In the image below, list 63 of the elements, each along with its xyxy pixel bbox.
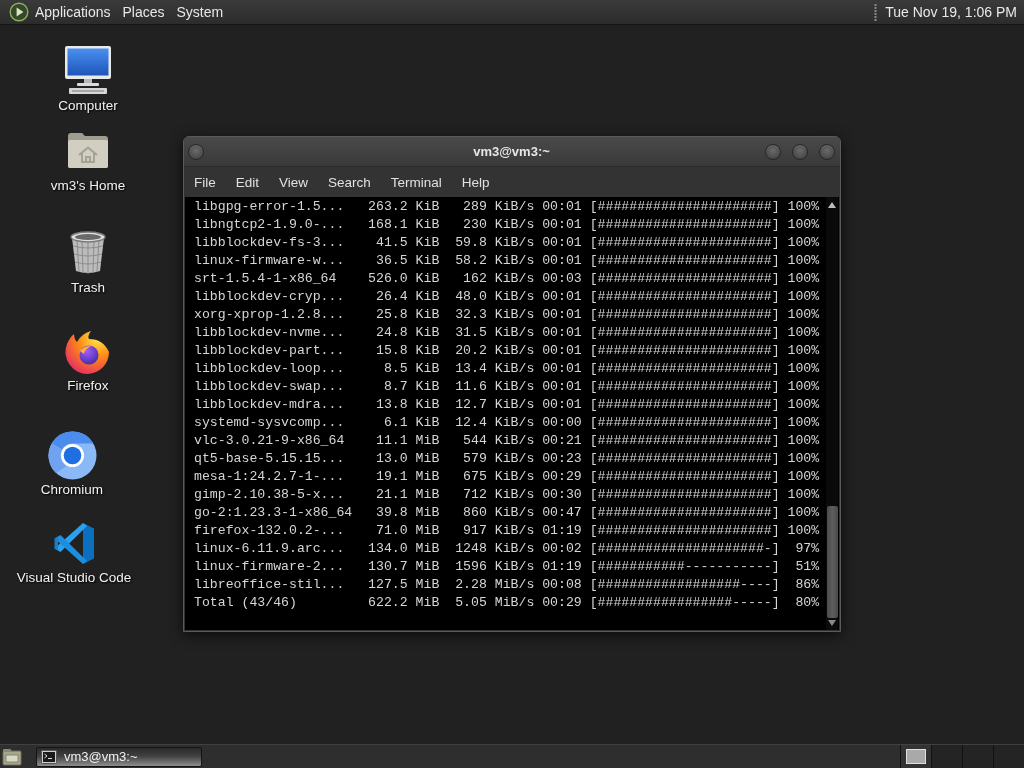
terminal-line: mesa-1:24.2.7-1-... 19.1 MiB 675 KiB/s 00:29 [######################] 100% bbox=[194, 468, 820, 486]
scrollbar-thumb[interactable] bbox=[826, 506, 838, 618]
terminal-line: libngtcp2-1.9.0-... 168.1 KiB 230 KiB/s 00:01 [######################] 100% bbox=[194, 216, 820, 234]
panel-menu[interactable]: Applications bbox=[29, 2, 117, 22]
scroll-up-icon[interactable] bbox=[828, 202, 836, 208]
close-button[interactable] bbox=[819, 143, 835, 160]
trash-can-icon[interactable] bbox=[68, 230, 108, 276]
menu-item[interactable]: Search bbox=[318, 170, 381, 194]
desktop-icon-label[interactable]: Trash bbox=[71, 280, 105, 296]
terminal-line: qt5-base-5.15.15... 13.0 MiB 579 KiB/s 00:23 [######################] 100% bbox=[194, 450, 820, 468]
menu-item[interactable]: File bbox=[184, 170, 226, 194]
scroll-down-icon[interactable] bbox=[828, 620, 836, 626]
terminal-line: libblockdev-cryp... 26.4 KiB 48.0 KiB/s 00:01 [######################] 100% bbox=[194, 288, 820, 306]
terminal-line: libgpg-error-1.5... 263.2 KiB 289 KiB/s 00:01 [######################] 100% bbox=[194, 198, 820, 216]
terminal-line: vlc-3.0.21-9-x86_64 11.1 MiB 544 KiB/s 00:21 [######################] 100% bbox=[194, 432, 820, 450]
terminal-line: linux-firmware-2... 130.7 MiB 1596 KiB/s 01:19 [###########-----------] 51% bbox=[194, 558, 820, 576]
window-title: vm3@vm3:~ bbox=[473, 144, 550, 159]
workspace-cell[interactable] bbox=[931, 745, 962, 768]
panel-menu[interactable]: System bbox=[170, 2, 230, 22]
terminal-icon bbox=[41, 749, 57, 764]
terminal-line: libreoffice-stil... 127.5 MiB 2.28 MiB/s 00:08 [##################----] 86% bbox=[194, 576, 820, 594]
chromium-logo-icon[interactable] bbox=[47, 431, 97, 480]
desktop-icon-label[interactable]: Chromium bbox=[40, 482, 104, 498]
workspace-cell[interactable] bbox=[900, 745, 931, 768]
home-folder-icon[interactable] bbox=[66, 130, 110, 170]
menu-item[interactable]: Help bbox=[451, 170, 500, 194]
terminal-line: Total (43/46) 622.2 MiB 5.05 MiB/s 00:29 [#################-----] 80% bbox=[194, 594, 820, 612]
clock[interactable]: Tue Nov 19, 1:06 PM bbox=[877, 2, 1020, 22]
panel-handle-icon[interactable] bbox=[874, 3, 878, 21]
terminal-line: go-2:1.23.3-1-x86_64 39.8 MiB 860 KiB/s 00:47 [######################] 100% bbox=[194, 504, 820, 522]
terminal-line: xorg-xprop-1.2.8... 25.8 KiB 32.3 KiB/s 00:01 [######################] 100% bbox=[194, 306, 820, 324]
terminal-line: firefox-132.0.2-... 71.0 MiB 917 KiB/s 01:19 [######################] 100% bbox=[194, 522, 820, 540]
menu-item[interactable]: View bbox=[269, 170, 319, 194]
terminal-line: libblockdev-swap... 8.7 KiB 11.6 KiB/s 00:01 [######################] 100% bbox=[194, 378, 820, 396]
show-desktop-icon[interactable] bbox=[2, 747, 22, 766]
window-menu-button[interactable] bbox=[188, 143, 204, 160]
monitor-icon[interactable] bbox=[64, 45, 112, 95]
desktop-icon-label[interactable]: Firefox bbox=[67, 378, 109, 394]
minimize-button[interactable] bbox=[765, 143, 781, 160]
taskbar-button[interactable]: vm3@vm3:~ bbox=[36, 746, 202, 767]
menu-item[interactable]: Edit bbox=[225, 170, 270, 194]
code-editor-logo-icon[interactable] bbox=[52, 521, 96, 566]
desktop-icon-label[interactable]: vm3's Home bbox=[50, 178, 126, 194]
desktop-icon-label[interactable]: Computer bbox=[58, 98, 118, 114]
terminal-line: gimp-2.10.38-5-x... 21.1 MiB 712 KiB/s 00:30 [######################] 100% bbox=[194, 486, 820, 504]
terminal-line: libblockdev-mdra... 13.8 KiB 12.7 KiB/s 00:01 [######################] 100% bbox=[194, 396, 820, 414]
terminal-line: systemd-sysvcomp... 6.1 KiB 12.4 KiB/s 00:00 [######################] 100% bbox=[194, 414, 820, 432]
terminal-line: libblockdev-part... 15.8 KiB 20.2 KiB/s 00:01 [######################] 100% bbox=[194, 342, 820, 360]
play-circle-icon[interactable] bbox=[9, 2, 29, 22]
terminal-line: linux-firmware-w... 36.5 KiB 58.2 KiB/s 00:01 [######################] 100% bbox=[194, 252, 820, 270]
terminal-line: libblockdev-nvme... 24.8 KiB 31.5 KiB/s 00:01 [######################] 100% bbox=[194, 324, 820, 342]
workspace-cell[interactable] bbox=[993, 745, 1024, 768]
terminal-line: libblockdev-fs-3... 41.5 KiB 59.8 KiB/s 00:01 [######################] 100% bbox=[194, 234, 820, 252]
terminal-line: linux-6.11.9.arc... 134.0 MiB 1248 KiB/s 00:02 [#####################-] 97% bbox=[194, 540, 820, 558]
workspace-cell[interactable] bbox=[962, 745, 993, 768]
maximize-button[interactable] bbox=[792, 143, 808, 160]
title-bar[interactable]: vm3@vm3:~ bbox=[184, 137, 840, 167]
menu-item[interactable]: Terminal bbox=[380, 170, 452, 194]
panel-menu[interactable]: Places bbox=[116, 2, 171, 22]
desktop-icon-label[interactable]: Visual Studio Code bbox=[16, 570, 132, 586]
scrollbar[interactable] bbox=[826, 197, 838, 630]
terminal-line: libblockdev-loop... 8.5 KiB 13.4 KiB/s 00:01 [######################] 100% bbox=[194, 360, 820, 378]
terminal-line: srt-1.5.4-1-x86_64 526.0 KiB 162 KiB/s 00:03 [######################] 100% bbox=[194, 270, 820, 288]
